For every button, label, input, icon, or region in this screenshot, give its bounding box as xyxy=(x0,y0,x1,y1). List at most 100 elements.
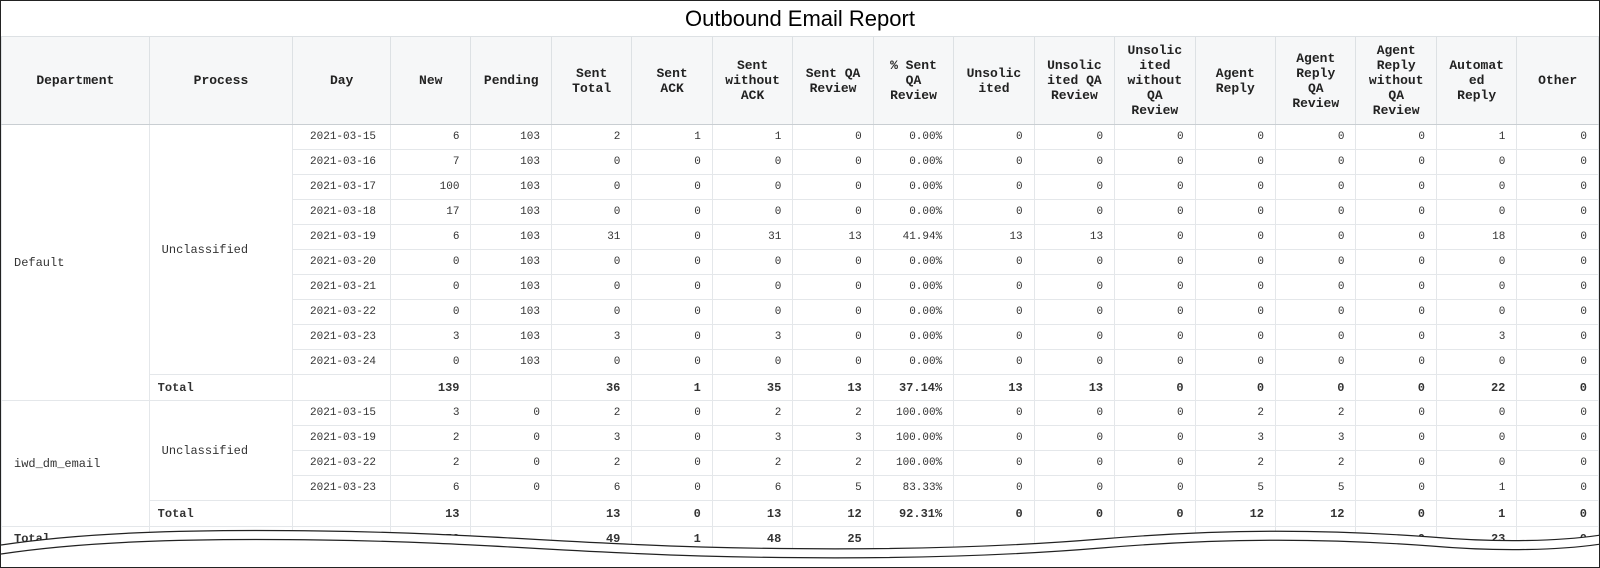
subtotal-value-cell: 0 xyxy=(1114,374,1196,401)
value-cell: 0 xyxy=(1275,324,1357,350)
value-cell: 3 xyxy=(711,425,794,451)
column-header[interactable]: Sent without ACK xyxy=(711,36,794,125)
column-header[interactable]: New xyxy=(390,36,472,125)
value-cell: 103 xyxy=(470,249,552,275)
column-header[interactable]: % Sent QA Review xyxy=(872,36,955,125)
column-header[interactable]: Sent QA Review xyxy=(792,36,874,125)
value-cell: 5 xyxy=(1275,475,1357,501)
value-cell: 0 xyxy=(1275,224,1357,250)
column-header[interactable]: Agent Reply xyxy=(1194,36,1277,125)
value-cell: 0 xyxy=(631,149,713,175)
value-cell: 0 xyxy=(1355,400,1437,426)
value-cell: 0 xyxy=(1114,174,1196,200)
value-cell: 0 xyxy=(1033,274,1116,300)
value-cell: 6 xyxy=(390,224,472,250)
subtotal-value-cell: 22 xyxy=(1435,374,1518,401)
value-cell: 0 xyxy=(1355,124,1437,150)
value-cell: 0 xyxy=(953,425,1035,451)
value-cell: 0 xyxy=(953,324,1035,350)
column-header[interactable]: Unsolic ited QA Review xyxy=(1033,36,1116,125)
subtotal-label: Total xyxy=(148,374,294,401)
value-cell: 31 xyxy=(711,224,794,250)
column-header[interactable]: Other xyxy=(1516,36,1599,125)
column-header[interactable]: Agent Reply QA Review xyxy=(1275,36,1357,125)
value-cell: 0 xyxy=(631,475,713,501)
value-cell: 0 xyxy=(1033,249,1116,275)
value-cell: 0 xyxy=(631,400,713,426)
value-cell: 0.00% xyxy=(872,249,955,275)
value-cell: 0 xyxy=(1194,249,1277,275)
value-cell: 0 xyxy=(711,299,794,325)
value-cell: 0 xyxy=(792,324,874,350)
table-row: Default Unclassified 2021-03-15 6 103 2 1 1 0 0.0… xyxy=(1,124,1599,401)
value-cell: 2 xyxy=(1275,450,1357,476)
value-cell: 0 xyxy=(1275,349,1357,375)
value-cell: 3 xyxy=(1275,425,1357,451)
value-cell: 103 xyxy=(470,149,552,175)
value-cell: 0 xyxy=(1114,274,1196,300)
subtotal-value-cell: 139 xyxy=(390,374,472,401)
value-cell: 0 xyxy=(953,475,1035,501)
subtotal-value-cell: 0 xyxy=(1194,374,1277,401)
column-header[interactable]: Sent Total xyxy=(550,36,633,125)
value-cell: 0 xyxy=(1355,249,1437,275)
value-cell: 0 xyxy=(550,249,633,275)
value-cell: 0 xyxy=(631,249,713,275)
value-cell: 0 xyxy=(1355,199,1437,225)
value-cell: 0 xyxy=(631,199,713,225)
process-cell: Unclassified xyxy=(148,400,294,501)
column-header[interactable]: Automat ed Reply xyxy=(1435,36,1518,125)
value-cell: 0 xyxy=(1516,174,1599,200)
value-cell: 0 xyxy=(1194,199,1277,225)
column-header[interactable]: Pending xyxy=(470,36,552,125)
value-cell: 103 xyxy=(470,124,552,150)
value-cell: 0 xyxy=(711,349,794,375)
day-cell: 2021-03-20 xyxy=(292,249,392,275)
day-cell: 2021-03-23 xyxy=(292,324,392,350)
header-row: Department Process Day New Pending Sent Total… xyxy=(1,36,1599,125)
value-cell: 100.00% xyxy=(872,400,955,426)
day-cell: 2021-03-16 xyxy=(292,149,392,175)
value-cell: 0 xyxy=(1033,349,1116,375)
column-header[interactable]: Department xyxy=(1,36,150,125)
subtotal-row: Total 139 36 1 35 13 37.14% 13 13 0 0 0 0 22 0 xyxy=(2,374,1599,401)
column-header[interactable]: Process xyxy=(148,36,294,125)
column-header[interactable]: Day xyxy=(292,36,392,125)
day-cell: 2021-03-21 xyxy=(292,274,392,300)
value-cell: 103 xyxy=(470,274,552,300)
column-header[interactable]: Agent Reply without QA Review xyxy=(1355,36,1437,125)
value-cell: 0.00% xyxy=(872,299,955,325)
value-cell: 6 xyxy=(550,475,633,501)
value-cell: 83.33% xyxy=(872,475,955,501)
value-cell: 0 xyxy=(711,149,794,175)
value-cell: 0 xyxy=(1516,149,1599,175)
value-cell: 3 xyxy=(550,324,633,350)
subtotal-value-cell: 13 xyxy=(792,374,874,401)
column-header[interactable]: Unsolic ited without QA Review xyxy=(1114,36,1196,125)
column-header[interactable]: Unsolic ited xyxy=(953,36,1035,125)
value-cell: 0 xyxy=(631,274,713,300)
value-cell: 0 xyxy=(1355,274,1437,300)
value-cell: 0 xyxy=(953,299,1035,325)
value-cell: 0 xyxy=(1194,224,1277,250)
value-cell: 2 xyxy=(550,450,633,476)
subtotal-value-cell: 13 xyxy=(1033,374,1116,401)
value-cell: 0 xyxy=(1194,174,1277,200)
value-cell: 0 xyxy=(550,149,633,175)
value-cell: 0 xyxy=(953,174,1035,200)
subtotal-value-cell xyxy=(470,374,552,401)
value-cell: 0 xyxy=(550,299,633,325)
value-cell: 0 xyxy=(953,400,1035,426)
value-cell: 0 xyxy=(1516,349,1599,375)
subtotal-value-cell: 37.14% xyxy=(872,374,955,401)
value-cell: 3 xyxy=(390,324,472,350)
value-cell: 2 xyxy=(390,450,472,476)
value-cell: 3 xyxy=(1194,425,1277,451)
column-header[interactable]: Sent ACK xyxy=(631,36,713,125)
day-cell: 2021-03-19 xyxy=(292,425,392,451)
value-cell: 0 xyxy=(792,149,874,175)
value-cell: 0.00% xyxy=(872,349,955,375)
value-cell: 0 xyxy=(1275,199,1357,225)
value-cell: 2 xyxy=(1275,400,1357,426)
value-cell: 0 xyxy=(1516,475,1599,501)
